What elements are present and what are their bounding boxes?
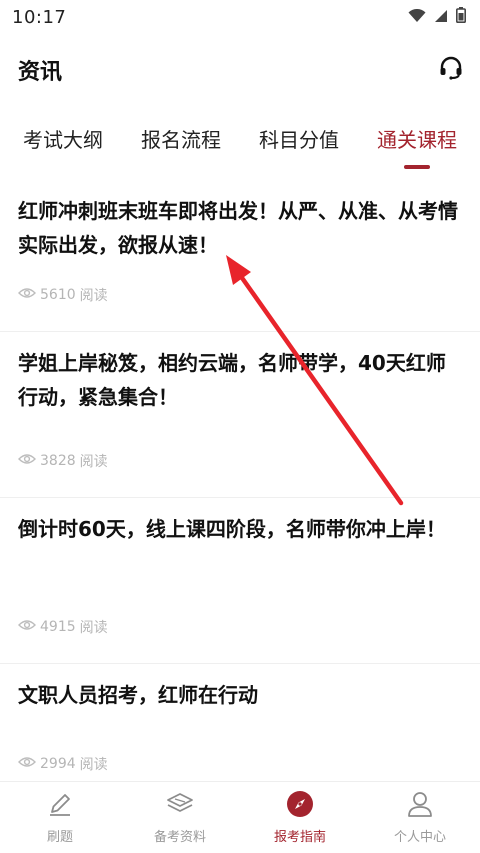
read-count-label: 阅读 (79, 454, 108, 470)
article-title: 红师冲刺班末班车即将出发！从严、从准、从考情实际出发，欲报从速！ (18, 199, 458, 257)
page-title: 资讯 (18, 60, 63, 85)
app-header: 资讯 (0, 40, 480, 100)
pencil-icon (46, 790, 74, 822)
read-count-label: 阅读 (79, 288, 108, 304)
signal-icon (434, 8, 448, 27)
list-item[interactable]: 倒计时60天，线上课四阶段，名师带你冲上岸！ 4915 阅读 (0, 498, 480, 664)
nav-item-materials[interactable]: 备考资料 (120, 790, 240, 845)
status-time: 10:17 (12, 6, 67, 28)
compass-icon (286, 790, 314, 822)
read-count: 2994 阅读 (18, 754, 108, 774)
tab-subject-scores[interactable]: 科目分值 (253, 118, 345, 159)
read-count-value: 3828 (40, 453, 76, 469)
eye-icon (18, 287, 36, 303)
nav-label: 报考指南 (273, 830, 326, 845)
tab-courses[interactable]: 通关课程 (371, 118, 463, 169)
article-list: 红师冲刺班末班车即将出发！从严、从准、从考情实际出发，欲报从速！ 5610 阅读… (0, 180, 480, 784)
read-count-label: 阅读 (79, 757, 108, 773)
nav-item-profile[interactable]: 个人中心 (360, 790, 480, 845)
read-count: 3828 阅读 (18, 451, 108, 471)
read-count-label: 阅读 (79, 620, 108, 636)
read-count-value: 5610 (40, 287, 76, 303)
eye-icon (18, 453, 36, 469)
person-icon (406, 790, 434, 822)
status-bar: 10:17 (0, 0, 480, 34)
system-icons (408, 7, 466, 27)
headset-icon[interactable] (438, 55, 464, 85)
wifi-icon (408, 8, 426, 27)
article-title: 文职人员招考，红师在行动 (18, 683, 258, 707)
layers-icon (165, 790, 195, 822)
nav-label: 个人中心 (393, 830, 446, 845)
article-title: 倒计时60天，线上课四阶段，名师带你冲上岸！ (18, 517, 446, 541)
nav-item-guide[interactable]: 报考指南 (240, 790, 360, 845)
read-count-value: 2994 (40, 756, 76, 772)
screen: 10:17 资讯 考试大纲 报名流程 科目分值 通关课程 红师冲刺班末班车即将出… (0, 0, 480, 853)
battery-icon (456, 7, 466, 27)
eye-icon (18, 619, 36, 635)
tab-registration-process[interactable]: 报名流程 (135, 118, 227, 159)
read-count-value: 4915 (40, 619, 76, 635)
read-count: 4915 阅读 (18, 617, 108, 637)
article-title: 学姐上岸秘笈，相约云端，名师带学，40天红师行动，紧急集合！ (18, 351, 446, 409)
eye-icon (18, 756, 36, 772)
list-item[interactable]: 文职人员招考，红师在行动 2994 阅读 (0, 664, 480, 784)
list-item[interactable]: 学姐上岸秘笈，相约云端，名师带学，40天红师行动，紧急集合！ 3828 阅读 (0, 332, 480, 498)
nav-label: 刷题 (46, 830, 73, 845)
bottom-nav: 刷题 备考资料 报考指南 个人中心 (0, 781, 480, 853)
nav-item-practice[interactable]: 刷题 (0, 790, 120, 845)
tab-exam-outline[interactable]: 考试大纲 (17, 118, 109, 159)
nav-label: 备考资料 (153, 830, 206, 845)
list-item[interactable]: 红师冲刺班末班车即将出发！从严、从准、从考情实际出发，欲报从速！ 5610 阅读 (0, 180, 480, 332)
read-count: 5610 阅读 (18, 285, 108, 305)
category-tabs: 考试大纲 报名流程 科目分值 通关课程 (0, 110, 480, 169)
